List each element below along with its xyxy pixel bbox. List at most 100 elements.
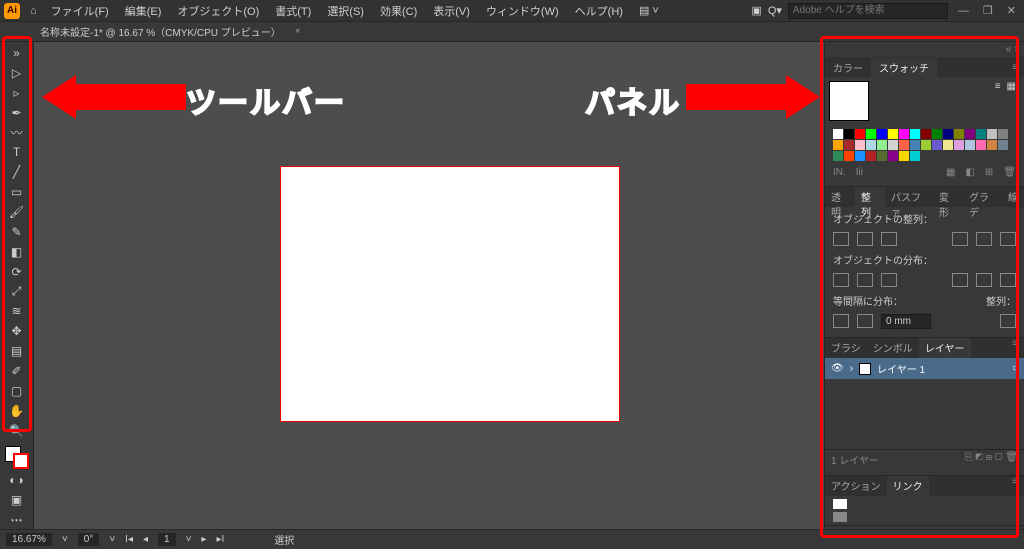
swatch[interactable]: [888, 140, 898, 150]
tool-artboard[interactable]: ▢: [5, 382, 29, 400]
canvas[interactable]: [34, 42, 824, 529]
tab-links[interactable]: リンク: [887, 476, 929, 496]
tool-selection[interactable]: ▷: [5, 64, 29, 82]
swatch[interactable]: [921, 129, 931, 139]
link-goto-icon[interactable]: ➜: [987, 528, 998, 529]
tool-eraser[interactable]: ◧: [5, 243, 29, 261]
swatch[interactable]: [954, 140, 964, 150]
align-left-icon[interactable]: [833, 232, 849, 246]
tool-pen[interactable]: ✒: [5, 104, 29, 122]
tab-transparency[interactable]: 透明: [825, 187, 855, 207]
swatch[interactable]: [844, 129, 854, 139]
tool-rotate[interactable]: ⟳: [5, 263, 29, 281]
swatch[interactable]: [855, 129, 865, 139]
swatch-grid-view-icon[interactable]: ▦: [1007, 81, 1016, 92]
swatch[interactable]: [888, 129, 898, 139]
swatch[interactable]: [844, 151, 854, 161]
swatch[interactable]: [899, 140, 909, 150]
layer-target-icon[interactable]: ○: [1012, 363, 1018, 374]
screen-mode-icon[interactable]: ▣: [5, 491, 29, 509]
draw-mode-icons[interactable]: ◐◑: [5, 471, 29, 489]
align-right-icon[interactable]: [881, 232, 897, 246]
swatch-ctrl-2[interactable]: Iii: [856, 167, 863, 178]
link-relink-icon[interactable]: ⟲: [976, 528, 987, 529]
align-hcenter-icon[interactable]: [857, 232, 873, 246]
swatch[interactable]: [888, 151, 898, 161]
edit-toolbar-icon[interactable]: ⋯: [5, 511, 29, 529]
menu-select[interactable]: 選択(S): [319, 3, 372, 19]
link-expand-icon[interactable]: ▸: [831, 528, 836, 529]
swatch-ctrl-3[interactable]: ▦: [946, 167, 955, 178]
layer-delete-icon[interactable]: 🗑: [1005, 452, 1018, 463]
dist-right-icon[interactable]: [1000, 273, 1016, 287]
align-vcenter-icon[interactable]: [976, 232, 992, 246]
tool-direct-selection[interactable]: ▹: [5, 84, 29, 102]
tool-scale[interactable]: ⤢: [5, 283, 29, 301]
tab-swatches[interactable]: スウォッチ: [871, 58, 937, 77]
swatch[interactable]: [987, 129, 997, 139]
swatch[interactable]: [910, 129, 920, 139]
zoom-field[interactable]: 16.67%: [6, 533, 52, 546]
layer-clip-icon[interactable]: ◩: [975, 452, 985, 463]
panel-menu-icon[interactable]: ≡: [1006, 62, 1024, 73]
swatch[interactable]: [877, 151, 887, 161]
swatch-ctrl-4[interactable]: ◧: [965, 167, 974, 178]
swatch[interactable]: [833, 129, 843, 139]
swatch[interactable]: [987, 140, 997, 150]
tab-gradient[interactable]: グラデ: [963, 187, 1002, 207]
swatch[interactable]: [998, 129, 1008, 139]
swatch[interactable]: [877, 140, 887, 150]
align-to-icon[interactable]: [1000, 314, 1016, 328]
close-icon[interactable]: ✕: [1003, 4, 1020, 17]
align-top-icon[interactable]: [952, 232, 968, 246]
dist-space-v-icon[interactable]: [833, 314, 849, 328]
tool-hand[interactable]: ✋: [5, 402, 29, 420]
fill-stroke-indicator[interactable]: [5, 446, 29, 470]
minimize-icon[interactable]: —: [954, 5, 973, 17]
swatch[interactable]: [998, 140, 1008, 150]
swatch[interactable]: [976, 140, 986, 150]
swatch-ctrl-5[interactable]: ⊞: [985, 167, 993, 178]
expand-icon[interactable]: ›: [850, 363, 853, 374]
swatch[interactable]: [866, 140, 876, 150]
swatch[interactable]: [943, 140, 953, 150]
tab-color[interactable]: カラー: [825, 58, 871, 77]
dist-hcenter-icon[interactable]: [976, 273, 992, 287]
swatch[interactable]: [954, 129, 964, 139]
tab-stroke[interactable]: 線: [1002, 187, 1024, 207]
link-thumb-1[interactable]: [833, 499, 847, 509]
tab-transform[interactable]: 変形: [933, 187, 963, 207]
dist-bottom-icon[interactable]: [881, 273, 897, 287]
tool-width[interactable]: ≋: [5, 302, 29, 320]
swatch[interactable]: [833, 140, 843, 150]
tool-free-transform[interactable]: ✥: [5, 322, 29, 340]
tool-zoom[interactable]: 🔍: [5, 422, 29, 440]
swatch[interactable]: [877, 129, 887, 139]
search-input[interactable]: [788, 3, 948, 19]
menu-object[interactable]: オブジェクト(O): [169, 3, 267, 19]
tool-line[interactable]: ╱: [5, 163, 29, 181]
swatch[interactable]: [932, 140, 942, 150]
artboard-next-icon[interactable]: ▸: [201, 534, 206, 545]
swatch[interactable]: [844, 140, 854, 150]
swatch[interactable]: [855, 151, 865, 161]
menu-file[interactable]: ファイル(F): [43, 3, 117, 19]
swatch[interactable]: [855, 140, 865, 150]
menu-effect[interactable]: 効果(C): [372, 3, 425, 19]
tool-curvature[interactable]: 〰: [5, 124, 29, 142]
swatch[interactable]: [943, 129, 953, 139]
menu-type[interactable]: 書式(T): [267, 3, 319, 19]
swatch[interactable]: [899, 129, 909, 139]
tool-rectangle[interactable]: ▭: [5, 183, 29, 201]
link-update-icon[interactable]: ↻: [998, 528, 1009, 529]
menu-help[interactable]: ヘルプ(H): [567, 3, 631, 19]
menu-view[interactable]: 表示(V): [425, 3, 478, 19]
dist-vcenter-icon[interactable]: [857, 273, 873, 287]
tab-brushes[interactable]: ブラシ: [825, 338, 867, 358]
tool-eyedropper[interactable]: ✐: [5, 362, 29, 380]
artboard-first-icon[interactable]: I◂: [125, 534, 133, 545]
swatch-list-view-icon[interactable]: ≡: [995, 81, 1001, 92]
swatch[interactable]: [910, 140, 920, 150]
link-thumb-2[interactable]: [833, 512, 847, 522]
panel-collapse-icon[interactable]: « ×: [825, 42, 1024, 57]
